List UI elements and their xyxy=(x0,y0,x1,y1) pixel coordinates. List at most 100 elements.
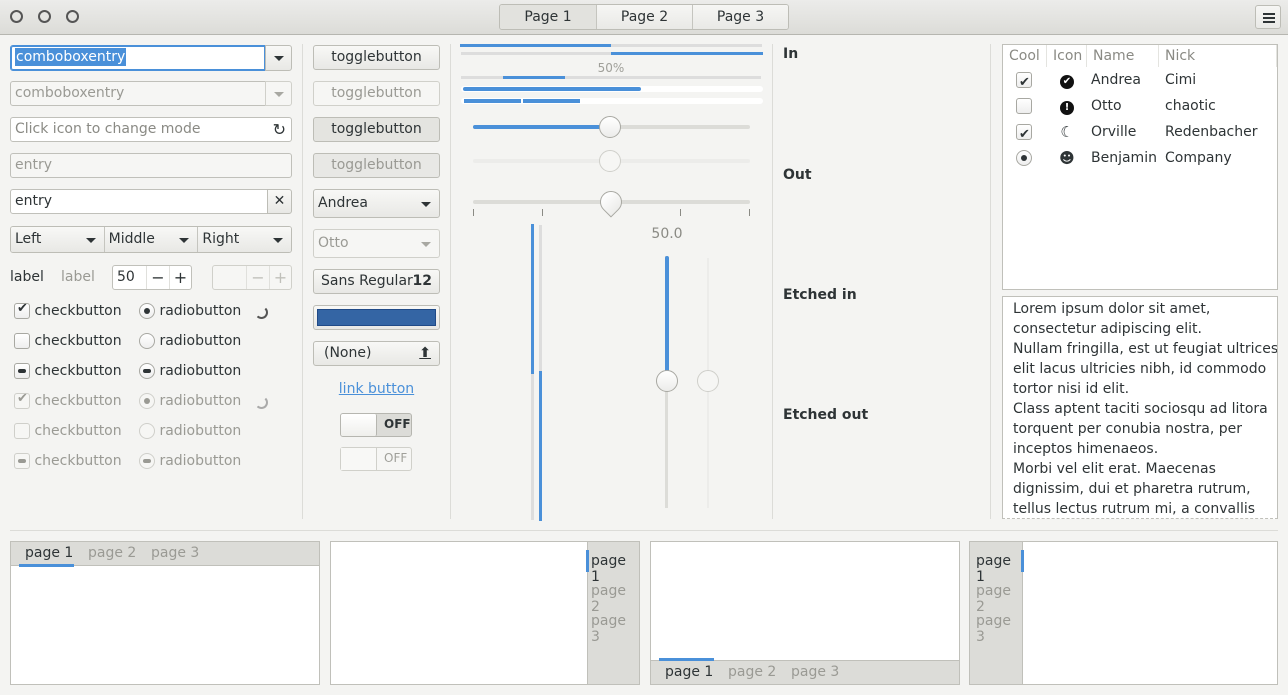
checkbutton[interactable]: ✔ checkbutton xyxy=(14,301,122,333)
upload-icon: ⬆ xyxy=(419,345,431,361)
mode-entry[interactable]: Click icon to change mode ↻ xyxy=(10,117,292,142)
radio-mixed[interactable] xyxy=(139,363,155,379)
level-segment xyxy=(464,99,521,103)
radio-mixed-disabled xyxy=(139,453,155,469)
combobox-dropdown-button[interactable] xyxy=(265,45,292,71)
entry-with-clear[interactable]: entry xyxy=(10,189,268,214)
tab-page-2[interactable]: page 2 xyxy=(88,545,136,561)
tab-page-3[interactable]: page 3 xyxy=(791,664,839,680)
column-separator xyxy=(990,44,991,519)
window-close-icon[interactable] xyxy=(10,10,23,23)
tab-bar: page 1 page 2 page 3 xyxy=(970,542,1024,684)
stack-tab-page-3[interactable]: Page 3 xyxy=(692,5,788,29)
check-checked[interactable]: ✔ xyxy=(1016,124,1032,142)
font-button[interactable]: Sans Regular 12 xyxy=(313,269,440,294)
combo-middle[interactable]: Middle xyxy=(103,227,198,252)
combobox-entry-focused[interactable]: comboboxentry xyxy=(10,45,266,71)
file-chooser-label: (None) xyxy=(324,345,372,361)
cool-cell[interactable]: ✔ xyxy=(1003,72,1047,90)
radiobutton[interactable]: radiobutton xyxy=(139,303,241,333)
tab-page-2[interactable]: page 2 xyxy=(591,583,639,615)
radiobutton-label: radiobutton xyxy=(155,423,242,439)
cool-cell[interactable]: ✔ xyxy=(1003,124,1047,142)
tab-page-1[interactable]: page 1 xyxy=(976,553,1022,585)
checkbutton-label: checkbutton xyxy=(30,453,122,469)
refresh-icon[interactable]: ↻ xyxy=(273,118,286,141)
window-minimize-icon[interactable] xyxy=(38,10,51,23)
radiobutton[interactable]: radiobutton xyxy=(139,363,241,393)
column-header-cool[interactable]: Cool xyxy=(1003,45,1047,67)
tab-page-1[interactable]: page 1 xyxy=(591,553,639,585)
cool-cell[interactable] xyxy=(1003,150,1047,166)
menu-button[interactable] xyxy=(1255,5,1281,29)
selected-text: comboboxentry xyxy=(15,48,127,66)
nick-cell: Cimi xyxy=(1165,72,1197,88)
radiobutton[interactable]: radiobutton xyxy=(139,333,241,363)
hscale-knob[interactable] xyxy=(599,116,621,138)
progress-fill xyxy=(503,76,565,79)
file-chooser-button[interactable]: (None) ⬆ xyxy=(313,341,440,366)
tab-page-2[interactable]: page 2 xyxy=(976,583,1022,615)
tree-row[interactable]: ✔ ☾ Orville Redenbacher xyxy=(1003,119,1277,145)
spin-decrement-button[interactable]: − xyxy=(146,266,169,289)
tab-page-1[interactable]: page 1 xyxy=(25,545,73,561)
checkmark-icon: ✔ xyxy=(17,391,28,406)
checkbutton[interactable]: checkbutton xyxy=(14,333,122,363)
color-button[interactable] xyxy=(313,305,440,330)
tree-row[interactable]: ✔ ✔ Andrea Cimi xyxy=(1003,67,1277,93)
text-view[interactable]: Lorem ipsum dolor sit amet, consectetur a… xyxy=(1002,296,1278,519)
check-mixed[interactable] xyxy=(14,363,30,379)
combo-right[interactable]: Right xyxy=(197,227,291,252)
combo-andrea[interactable]: Andrea xyxy=(313,189,440,218)
check-unchecked[interactable] xyxy=(1016,98,1032,114)
checkbutton[interactable]: checkbutton xyxy=(14,363,122,393)
toggle-button-disabled: togglebutton xyxy=(313,81,440,106)
clear-button[interactable]: ✕ xyxy=(267,189,292,214)
link-button[interactable]: link button xyxy=(313,381,440,397)
column-header-icon[interactable]: Icon xyxy=(1047,45,1087,67)
radio-checked[interactable] xyxy=(1016,150,1032,166)
radiobutton-label: radiobutton xyxy=(155,363,242,379)
spinner-icon xyxy=(255,306,268,319)
combo-left-label: Left xyxy=(15,231,42,247)
font-name: Sans Regular xyxy=(321,273,413,289)
tab-page-3[interactable]: page 3 xyxy=(591,613,639,645)
tab-page-1[interactable]: page 1 xyxy=(665,664,713,680)
active-tab-indicator xyxy=(1021,550,1024,572)
scale-tick xyxy=(749,209,750,216)
tab-page-2[interactable]: page 2 xyxy=(728,664,776,680)
window-maximize-icon[interactable] xyxy=(66,10,79,23)
tree-row[interactable]: ! Otto chaotic xyxy=(1003,93,1277,119)
stack-tab-page-1[interactable]: Page 1 xyxy=(500,5,596,29)
vscale-knob[interactable] xyxy=(656,370,678,392)
toggle-button-active[interactable]: togglebutton xyxy=(313,117,440,142)
radio-list: radiobutton radiobutton radiobutton radi… xyxy=(139,303,241,483)
icon-cell: ! xyxy=(1047,93,1087,119)
stack-tab-page-2[interactable]: Page 2 xyxy=(596,5,692,29)
hscale-marked-knob[interactable] xyxy=(595,186,627,218)
check-checked[interactable]: ✔ xyxy=(14,301,30,319)
spin-increment-button[interactable]: + xyxy=(169,266,191,289)
text-line: torquent per conubia nostra, per xyxy=(1013,421,1242,437)
toggle-button[interactable]: togglebutton xyxy=(313,45,440,70)
switch-knob xyxy=(341,414,377,436)
radio-unchecked[interactable] xyxy=(139,333,155,349)
checkbutton-label: checkbutton xyxy=(30,363,122,379)
tree-row[interactable]: ☻ Benjamin Company xyxy=(1003,145,1277,171)
text-line: consectetur adipiscing elit. xyxy=(1013,321,1202,337)
check-unchecked[interactable] xyxy=(14,333,30,349)
nick-cell: Company xyxy=(1165,150,1232,166)
check-circle-icon: ✔ xyxy=(1060,75,1074,89)
tab-bar: page 1 page 2 page 3 xyxy=(11,542,319,567)
switch-off[interactable]: OFF xyxy=(340,413,412,437)
check-checked[interactable]: ✔ xyxy=(1016,72,1032,90)
column-header-name[interactable]: Name xyxy=(1087,45,1159,67)
tab-page-3[interactable]: page 3 xyxy=(151,545,199,561)
spin-value[interactable]: 50 xyxy=(113,266,146,289)
cool-cell[interactable] xyxy=(1003,98,1047,114)
radiobutton-label: radiobutton xyxy=(155,333,242,349)
combo-left[interactable]: Left xyxy=(11,227,104,252)
radio-checked[interactable] xyxy=(139,303,155,319)
column-header-nick[interactable]: Nick xyxy=(1159,45,1277,67)
tab-page-3[interactable]: page 3 xyxy=(976,613,1022,645)
